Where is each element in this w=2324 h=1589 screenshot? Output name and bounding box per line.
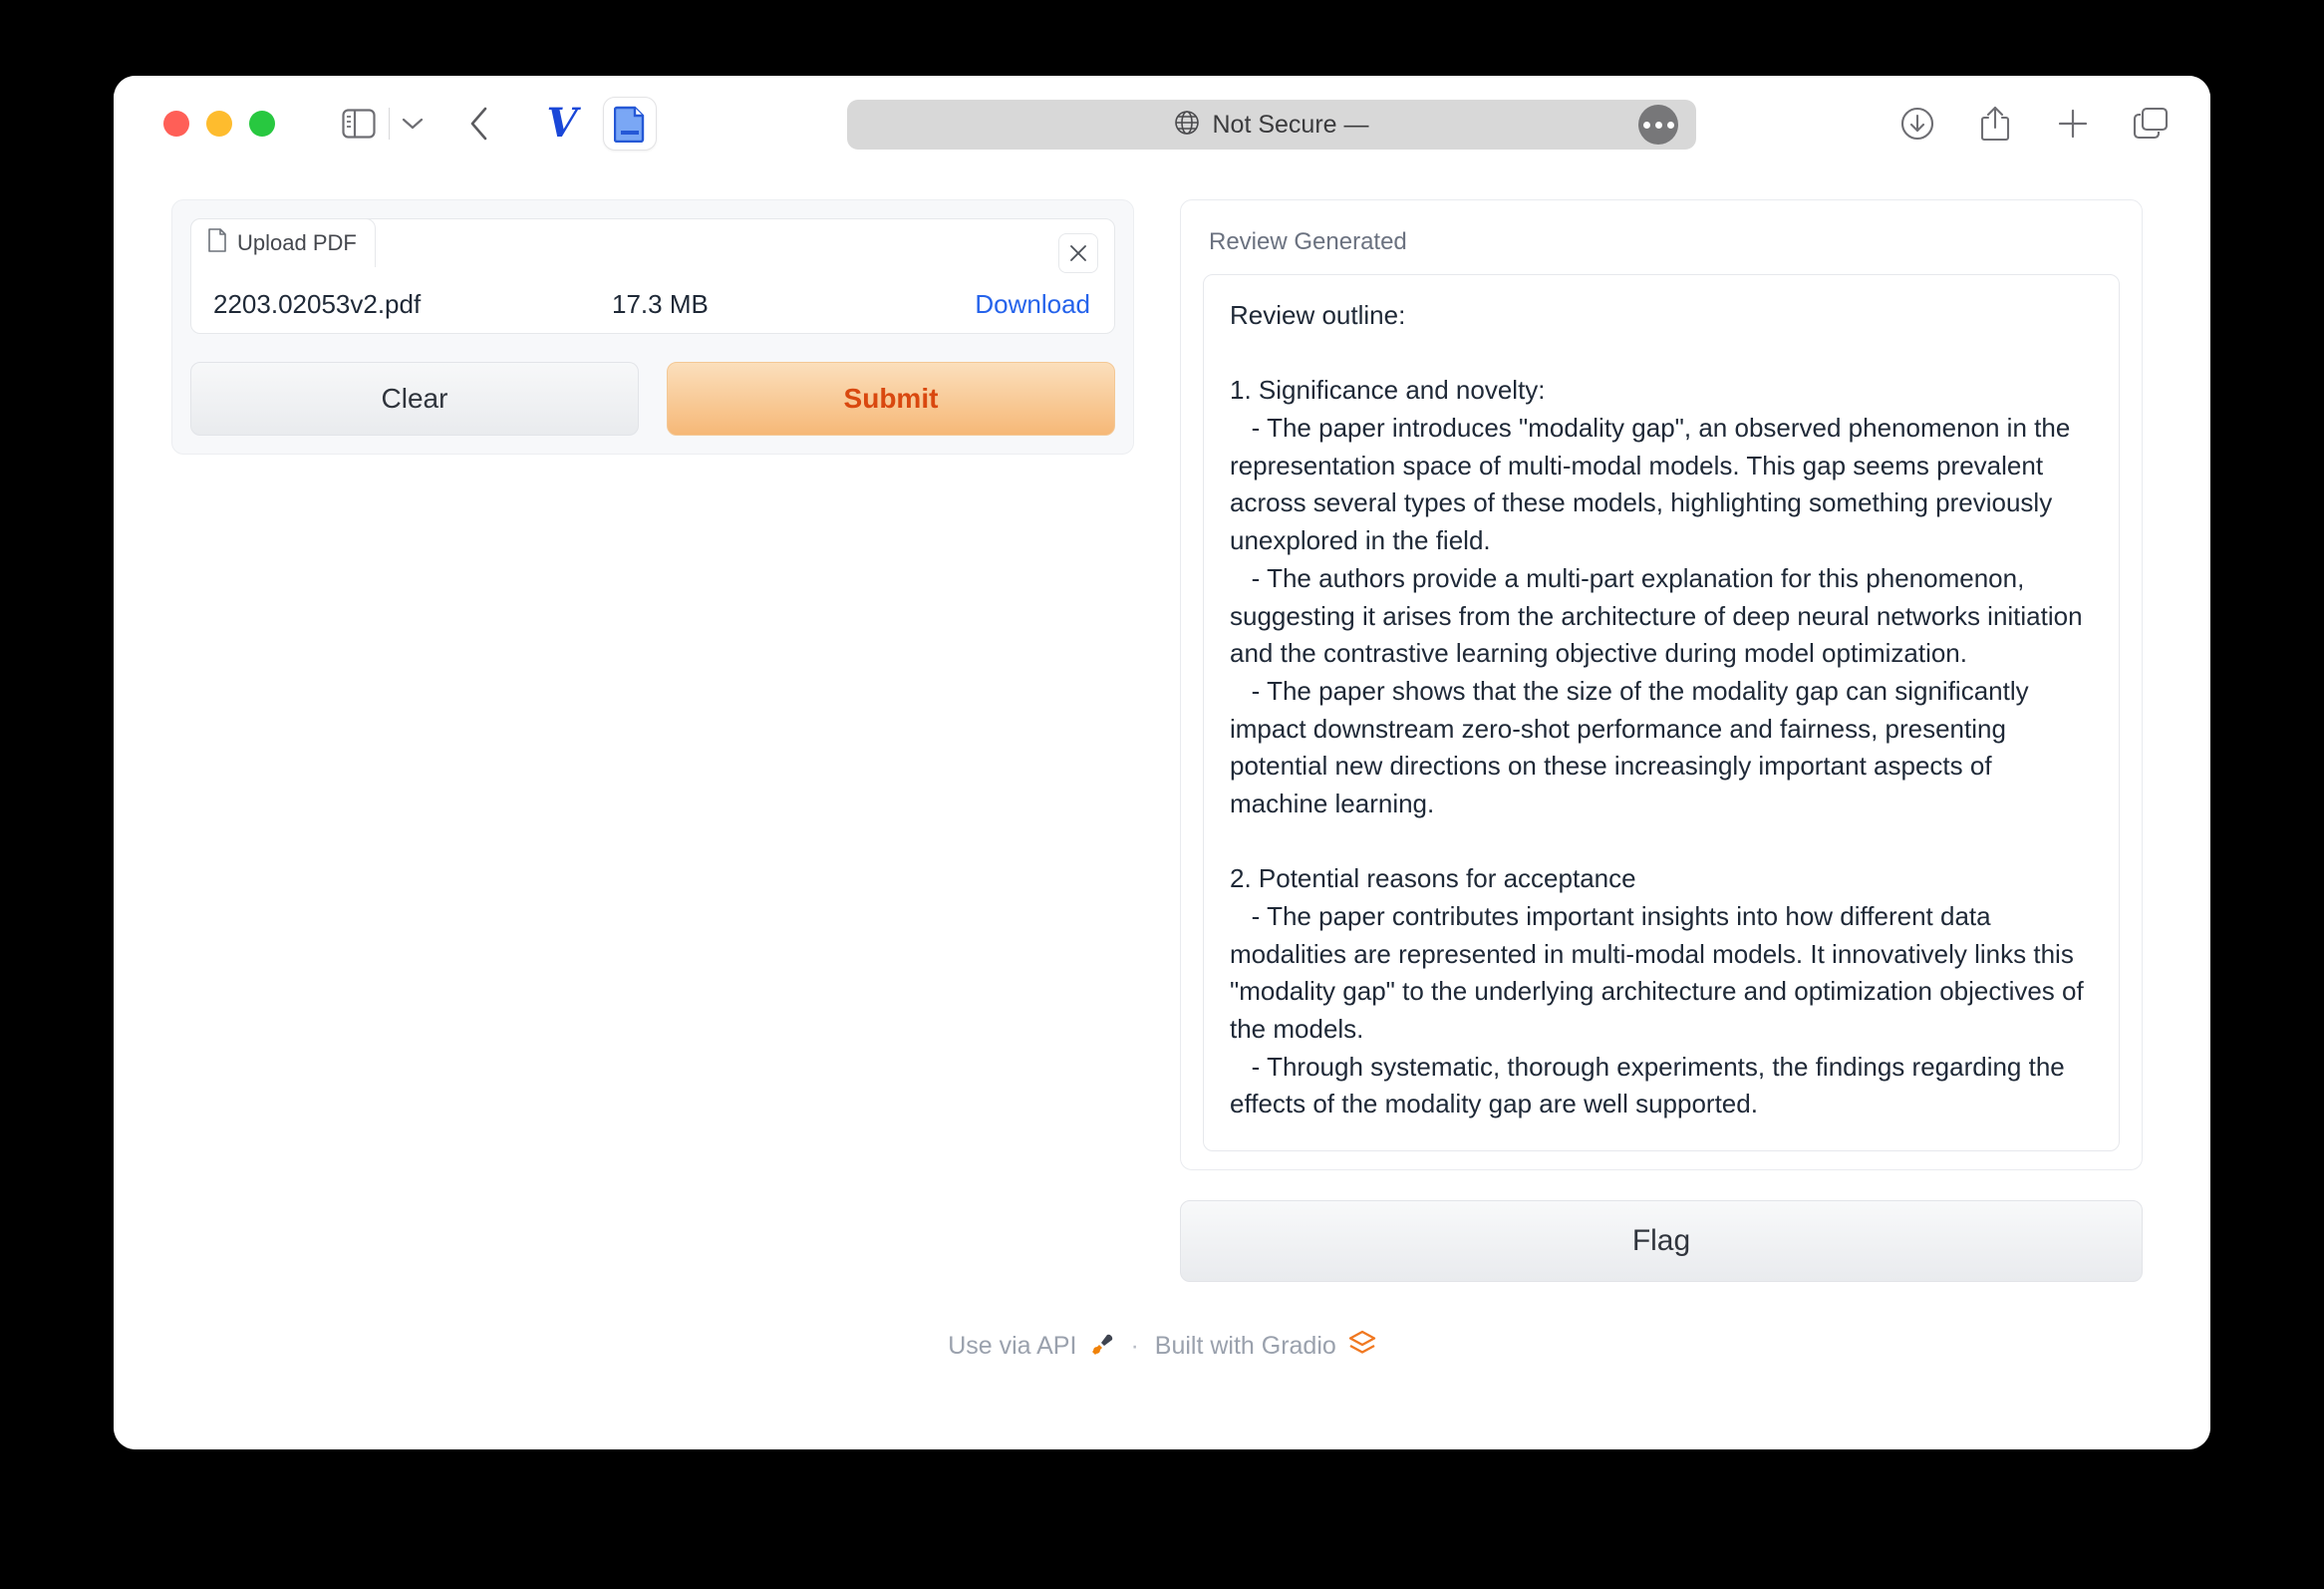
close-icon[interactable] [1058,233,1098,273]
tab-overview-icon[interactable] [2125,98,2177,150]
download-link[interactable]: Download [975,289,1090,320]
document-icon[interactable] [603,97,657,151]
browser-window: V Not Secure — Upload PDF 2203.02053v2.p… [114,76,2210,1449]
maximize-window-button[interactable] [249,111,275,137]
address-bar-content: Not Secure — [1174,110,1369,141]
file-icon [207,228,227,258]
file-info-row: 2203.02053v2.pdf 17.3 MB Download [191,275,1114,333]
flag-button[interactable]: Flag [1180,1200,2143,1282]
share-icon[interactable] [1969,98,2021,150]
upload-pdf-label: Upload PDF [237,230,357,255]
sidebar-toggle-icon[interactable] [333,98,385,150]
action-buttons: Clear Submit [190,362,1115,436]
vercel-v-icon[interactable]: V [535,97,589,151]
minimize-window-button[interactable] [206,111,232,137]
app-columns: Upload PDF 2203.02053v2.pdf 17.3 MB Down [114,199,2210,1282]
chevron-down-icon[interactable] [394,98,432,150]
review-column: Review Generated Review outline: 1. Sign… [1180,199,2143,1282]
gradio-footer: Use via API · Built with Gradio [114,1330,2210,1363]
download-circle-icon[interactable] [1891,98,1943,150]
tab-favicons: V [535,97,657,151]
clear-button[interactable]: Clear [190,362,639,436]
security-status-text: Not Secure — [1212,110,1369,139]
address-bar[interactable]: Not Secure — [847,100,1696,150]
built-with-gradio-link[interactable]: Built with Gradio [1155,1330,1376,1363]
toolbar-right-actions [1891,76,2177,171]
file-upload-card[interactable]: Upload PDF 2203.02053v2.pdf 17.3 MB Down [190,218,1115,334]
file-size: 17.3 MB [612,288,709,319]
review-panel: Review Generated Review outline: 1. Sign… [1180,199,2143,1170]
ellipsis-icon[interactable] [1638,105,1678,145]
window-traffic-lights [163,111,275,137]
globe-icon [1174,110,1200,141]
footer-separator: · [1130,1332,1139,1360]
toolbar-divider [389,108,390,140]
upload-column: Upload PDF 2203.02053v2.pdf 17.3 MB Down [171,199,1134,455]
plus-icon[interactable] [2047,98,2099,150]
v-logo-text: V [546,100,578,147]
upload-panel: Upload PDF 2203.02053v2.pdf 17.3 MB Down [171,199,1134,455]
close-window-button[interactable] [163,111,189,137]
review-output-textbox[interactable]: Review outline: 1. Significance and nove… [1203,274,2120,1151]
file-name: 2203.02053v2.pdf [213,288,422,319]
chevron-left-icon[interactable] [453,98,505,150]
use-via-api-link[interactable]: Use via API [948,1330,1114,1363]
upload-pdf-tab[interactable]: Upload PDF [190,218,376,267]
use-via-api-label: Use via API [948,1332,1077,1360]
submit-button[interactable]: Submit [667,362,1115,436]
review-generated-label: Review Generated [1209,228,1407,255]
browser-toolbar: V Not Secure — [114,76,2210,171]
built-with-gradio-label: Built with Gradio [1154,1332,1336,1360]
plug-icon [1088,1330,1114,1363]
review-text: Review outline: 1. Significance and nove… [1230,300,2084,1119]
gradio-logo-icon [1348,1330,1376,1363]
page-content: Upload PDF 2203.02053v2.pdf 17.3 MB Down [114,171,2210,1449]
